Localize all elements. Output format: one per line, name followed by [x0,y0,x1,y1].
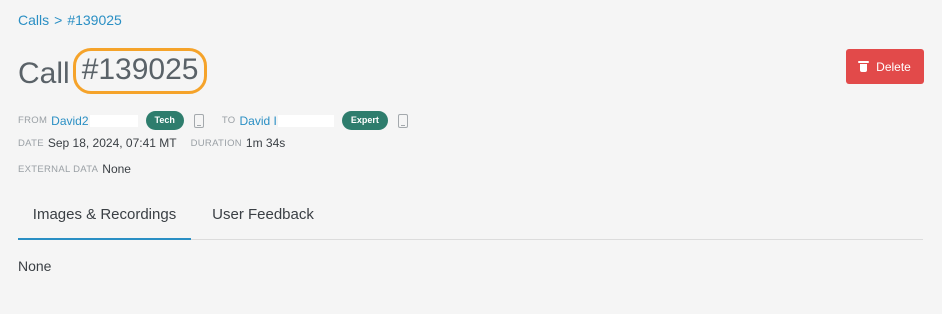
breadcrumb-separator: > [54,12,63,28]
external-data-label: EXTERNAL DATA [18,163,99,175]
to-user-link[interactable]: David I [240,114,277,128]
date-label: DATE [18,137,44,149]
from-label: FROM [18,115,48,126]
redacted-block [89,114,138,127]
tab-bar: Images & Recordings User Feedback [18,192,923,240]
delete-button-label: Delete [876,59,911,74]
redacted-block [277,114,334,127]
phone-icon [193,113,204,128]
from-user-link[interactable]: David2 [51,114,88,128]
to-role-badge: Expert [341,111,388,130]
duration-value: 1m 34s [245,136,286,150]
external-data-value: None [102,162,131,176]
breadcrumb-calls-link[interactable]: Calls [18,12,49,28]
tab-user-feedback[interactable]: User Feedback [191,192,335,238]
call-date-row: DATE Sep 18, 2024, 07:41 MT DURATION 1m … [18,136,285,150]
breadcrumb: Calls > #139025 [18,12,122,28]
external-data-row: EXTERNAL DATA None [18,162,131,176]
title-prefix: Call [18,57,70,90]
to-label: TO [221,115,236,126]
call-id-highlight: #139025 [72,48,208,94]
call-participants-row: FROM David2 Tech TO David I Expert [18,111,408,130]
breadcrumb-current: #139025 [67,12,122,28]
delete-button[interactable]: Delete [846,49,924,84]
tab-images-recordings[interactable]: Images & Recordings [18,192,191,240]
tab-content-empty-text: None [18,258,52,274]
duration-label: DURATION [190,137,242,149]
phone-icon [397,113,408,128]
date-value: Sep 18, 2024, 07:41 MT [47,136,177,150]
from-role-badge: Tech [145,111,184,130]
page-title: Call #139025 [18,48,208,98]
trash-icon [858,61,870,72]
